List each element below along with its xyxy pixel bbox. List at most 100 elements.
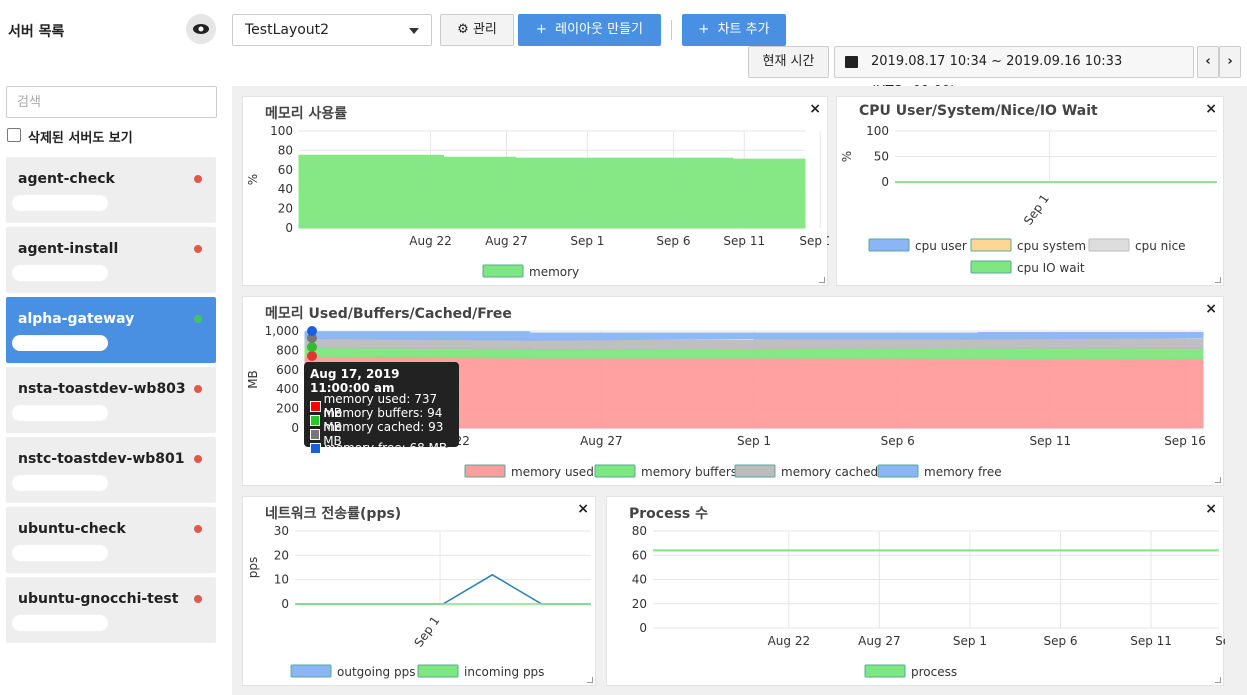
eye-toggle-button[interactable] (186, 14, 216, 44)
legend-swatch (594, 464, 636, 478)
y-tick-label: 0 (639, 621, 647, 635)
chart-panel-cpu[interactable]: CPU User/System/Nice/IO Wait × 0 50 100 Sep… (836, 96, 1224, 286)
resize-handle[interactable] (1215, 277, 1221, 283)
y-tick-label: 800 (276, 343, 299, 357)
sidebar: 서버 목록 삭제된 서버도 보기 agent-check agent-insta… (0, 0, 232, 695)
server-item[interactable]: nstc-toastdev-wb801 (6, 437, 216, 503)
y-tick-label: 80 (278, 143, 293, 157)
legend-swatch (877, 464, 919, 478)
legend-label: cpu system (1017, 239, 1086, 253)
resize-handle[interactable] (819, 277, 825, 283)
chart-panel-process[interactable]: Process 수 × 0 20 40 60 80 Aug 22 Aug 27 Sep 1 Se… (606, 496, 1225, 686)
layout-select[interactable]: TestLayout2 (232, 14, 432, 46)
redacted-detail (12, 475, 108, 491)
status-dot (194, 595, 202, 603)
x-tick-label: Aug 22 (409, 234, 452, 248)
status-dot (194, 385, 202, 393)
y-tick-label: 50 (874, 150, 889, 164)
server-item[interactable]: agent-check (6, 157, 216, 223)
server-item-selected[interactable]: alpha-gateway (6, 297, 216, 363)
prev-range-button[interactable]: ‹ (1197, 46, 1219, 78)
resize-handle[interactable] (1215, 677, 1221, 683)
create-layout-button[interactable]: + 레이아웃 만들기 (518, 14, 661, 46)
server-name: ubuntu-check (18, 521, 126, 537)
legend-swatch (868, 238, 910, 252)
next-range-button[interactable]: › (1219, 46, 1241, 78)
x-tick-label: Sep 6 (1043, 634, 1077, 648)
legend-label: memory buffers (641, 465, 737, 479)
server-name: nsta-toastdev-wb803 (18, 381, 186, 397)
redacted-detail (12, 545, 108, 561)
swatch (310, 428, 321, 440)
chart-panel-memory-usage[interactable]: 메모리 사용률 × 0 20 40 60 80 100 Aug 22 Aug 27 Sep 1S… (242, 96, 829, 286)
x-tick-label: Sep 6 (656, 234, 690, 248)
sidebar-title: 서버 목록 (8, 24, 65, 40)
y-tick-label: 20 (278, 202, 293, 216)
y-tick-label: 10 (274, 573, 289, 587)
legend-label: outgoing pps (337, 665, 415, 679)
server-item[interactable]: ubuntu-check (6, 507, 216, 573)
show-deleted-label: 삭제된 서버도 보기 (28, 131, 133, 146)
y-tick-label: 0 (281, 597, 289, 611)
layout-select-value: TestLayout2 (245, 22, 330, 38)
hover-marker (307, 326, 317, 336)
y-tick-label: 400 (276, 382, 299, 396)
x-tick-label: Sep 1 (570, 234, 604, 248)
server-item[interactable]: agent-install (6, 227, 216, 293)
redacted-detail (12, 615, 108, 631)
resize-handle[interactable] (587, 677, 593, 683)
server-name: nstc-toastdev-wb801 (18, 451, 185, 467)
legend-swatch (864, 664, 906, 678)
chevron-down-icon (409, 28, 419, 34)
legend-swatch (417, 664, 459, 678)
legend-swatch (970, 260, 1012, 274)
chart-panel-network[interactable]: 네트워크 전송률(pps) × 0 10 20 30 Sep 1 pps outgoing … (242, 496, 596, 686)
y-tick-label: 60 (278, 163, 293, 177)
y-tick-label: 0 (881, 175, 889, 189)
y-tick-label: 40 (632, 573, 647, 587)
server-item[interactable]: ubuntu-gnocchi-test (6, 577, 216, 643)
redacted-detail (12, 265, 108, 281)
show-deleted-checkbox[interactable] (7, 128, 21, 142)
status-dot (194, 525, 202, 533)
y-tick-label: 60 (632, 548, 647, 562)
server-name: ubuntu-gnocchi-test (18, 591, 179, 607)
server-item[interactable]: nsta-toastdev-wb803 (6, 367, 216, 433)
cpu-chart: 0 50 100 Sep 1% cpu user cpu system cpu nice cp… (840, 124, 1217, 275)
x-tick-label: Sep 11 (1029, 434, 1071, 448)
x-tick-label: Sep 11 (1130, 634, 1172, 648)
process-chart: 0 20 40 60 80 Aug 22 Aug 27 Sep 1 Sep 6 Sep 11 Sep… (632, 524, 1225, 679)
legend-label: cpu nice (1135, 239, 1186, 253)
calendar-icon (845, 56, 858, 68)
legend-label: memory cached (781, 465, 878, 479)
server-name: agent-install (18, 241, 119, 257)
y-axis-label: % (246, 174, 260, 185)
status-dot (194, 175, 202, 183)
divider (671, 20, 672, 40)
hover-marker (307, 342, 317, 352)
y-axis-label: pps (246, 557, 260, 579)
swatch (310, 400, 321, 412)
date-range-picker[interactable]: 2019.08.17 10:34 ~ 2019.09.16 10:33 (UTC… (834, 46, 1194, 99)
redacted-detail (12, 195, 108, 211)
x-tick-label: Aug 27 (485, 234, 528, 248)
swatch (310, 442, 321, 454)
resize-handle[interactable] (1215, 477, 1221, 483)
x-tick-label: Aug 27 (858, 634, 901, 648)
add-chart-button[interactable]: + 차트 추가 (682, 14, 786, 46)
server-name: agent-check (18, 171, 115, 187)
series-area (304, 346, 1204, 360)
search-input[interactable] (6, 86, 217, 118)
manage-button[interactable]: ⚙ 관리 (440, 14, 514, 46)
legend-label: memory (529, 265, 579, 279)
now-button[interactable]: 현재 시간 (748, 46, 829, 78)
x-tick-label: Sep 11 (723, 234, 765, 248)
y-tick-label: 30 (274, 524, 289, 538)
x-tick-label: Aug 27 (580, 434, 623, 448)
x-tick-label: Sep 1 (953, 634, 987, 648)
legend-swatch (482, 264, 524, 278)
legend-swatch (290, 664, 332, 678)
plus-icon: + (698, 22, 710, 37)
tooltip-header: Aug 17, 2019 11:00:00 am (310, 367, 400, 395)
chart-tooltip: Aug 17, 2019 11:00:00 am memory used: 73… (304, 362, 459, 455)
